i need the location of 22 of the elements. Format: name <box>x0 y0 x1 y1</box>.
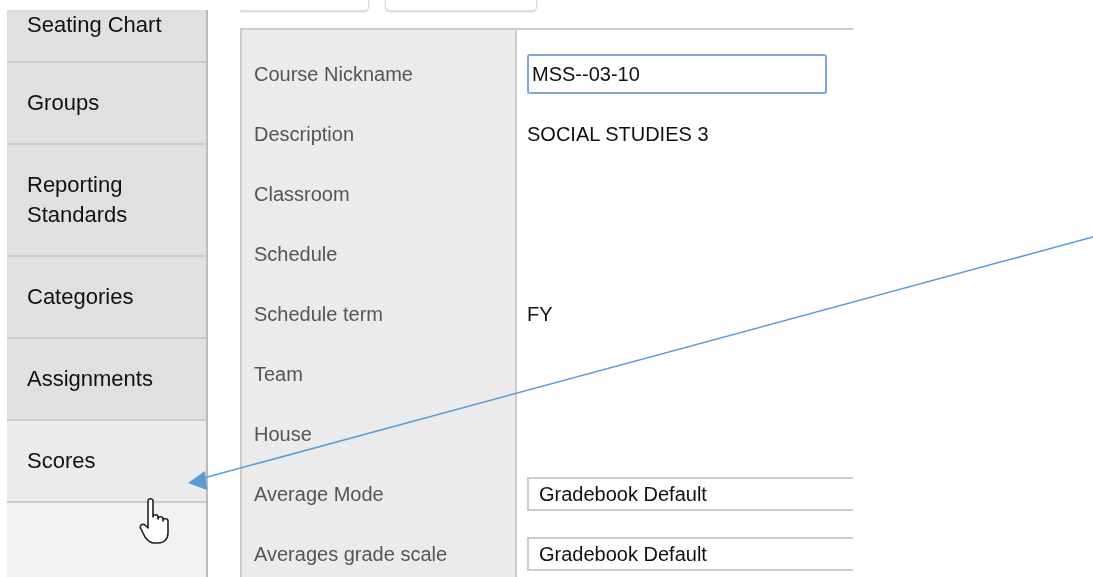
sidebar-item[interactable]: Assignments <box>7 339 206 421</box>
field-value: SOCIAL STUDIES 3 <box>527 122 709 146</box>
field-label: Averages grade scale <box>254 542 448 566</box>
sidebar-item[interactable]: Scores <box>7 421 206 503</box>
field-label: Schedule term <box>254 302 383 326</box>
sidebar-item[interactable]: Reporting Standards <box>7 145 206 257</box>
field-label: Description <box>254 122 355 146</box>
field-label: Schedule <box>254 242 338 266</box>
sidebar-item[interactable]: Seating Chart <box>7 10 206 63</box>
tab-button[interactable] <box>240 0 369 11</box>
sidebar-item[interactable]: Groups <box>7 63 206 145</box>
tab-button[interactable] <box>385 0 537 11</box>
field-label: Classroom <box>254 182 350 206</box>
field-value: FY <box>527 302 553 326</box>
field-label: House <box>254 422 312 446</box>
nickname-field[interactable]: MSS--03-10 <box>527 54 827 94</box>
field-label: Average Mode <box>254 482 384 506</box>
dropdown[interactable]: Gradebook Default <box>527 537 853 571</box>
sidebar-item[interactable]: Categories <box>7 257 206 339</box>
dropdown[interactable]: Gradebook Default <box>527 477 853 511</box>
field-label: Course Nickname <box>254 62 413 86</box>
field-label: Team <box>254 362 303 386</box>
